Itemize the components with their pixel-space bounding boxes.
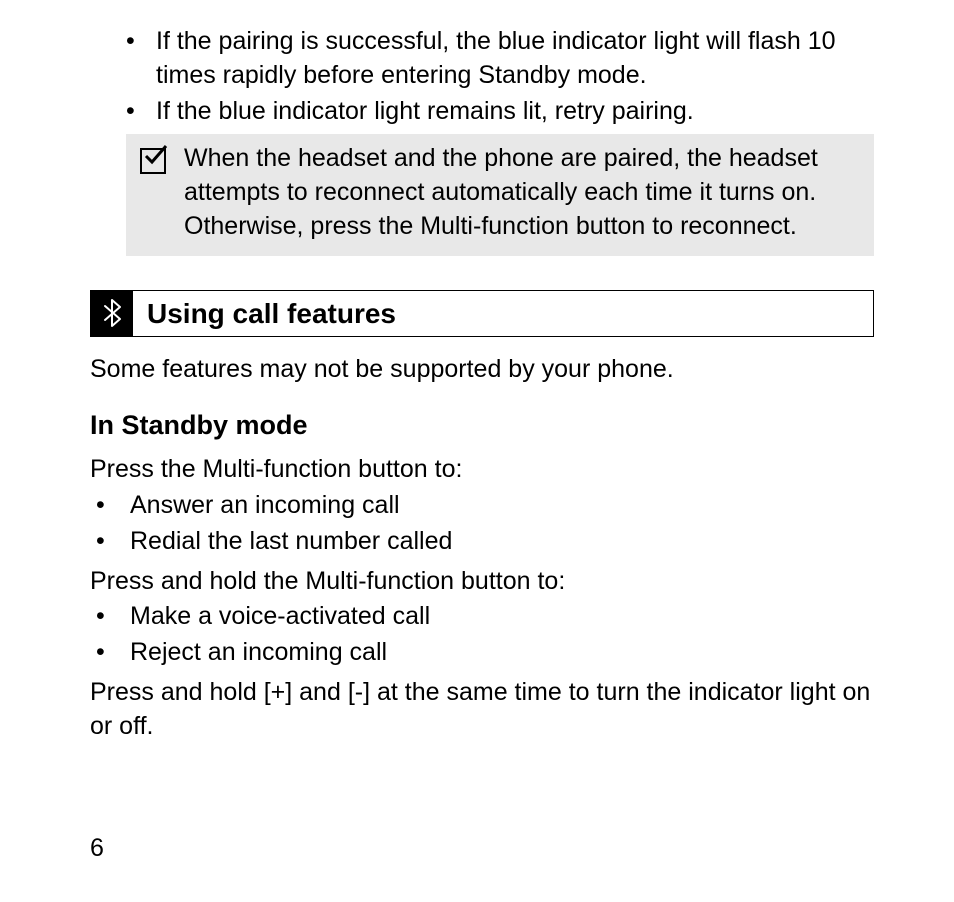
list-item: Redial the last number called — [90, 525, 874, 559]
note-text: When the headset and the phone are paire… — [184, 142, 858, 243]
press-intro: Press the Multi-function button to: — [90, 453, 874, 487]
checkmark-icon — [140, 148, 166, 174]
bluetooth-icon — [91, 291, 133, 337]
list-item: If the pairing is successful, the blue i… — [126, 25, 874, 93]
list-item: Reject an incoming call — [90, 636, 874, 670]
section-header: Using call features — [90, 290, 874, 338]
page-number: 6 — [90, 832, 104, 866]
press-action-list: Answer an incoming call Redial the last … — [90, 489, 874, 559]
note-callout: When the headset and the phone are paire… — [126, 134, 874, 255]
section-intro: Some features may not be supported by yo… — [90, 353, 874, 387]
list-item: If the blue indicator light remains lit,… — [126, 95, 874, 129]
subheading-standby: In Standby mode — [90, 407, 874, 443]
list-item: Make a voice-activated call — [90, 600, 874, 634]
list-item: Answer an incoming call — [90, 489, 874, 523]
hold-intro: Press and hold the Multi-function button… — [90, 565, 874, 599]
pairing-status-list: If the pairing is successful, the blue i… — [126, 25, 874, 128]
hold-action-list: Make a voice-activated call Reject an in… — [90, 600, 874, 670]
section-title: Using call features — [133, 291, 410, 337]
indicator-light-para: Press and hold [+] and [-] at the same t… — [90, 676, 874, 744]
